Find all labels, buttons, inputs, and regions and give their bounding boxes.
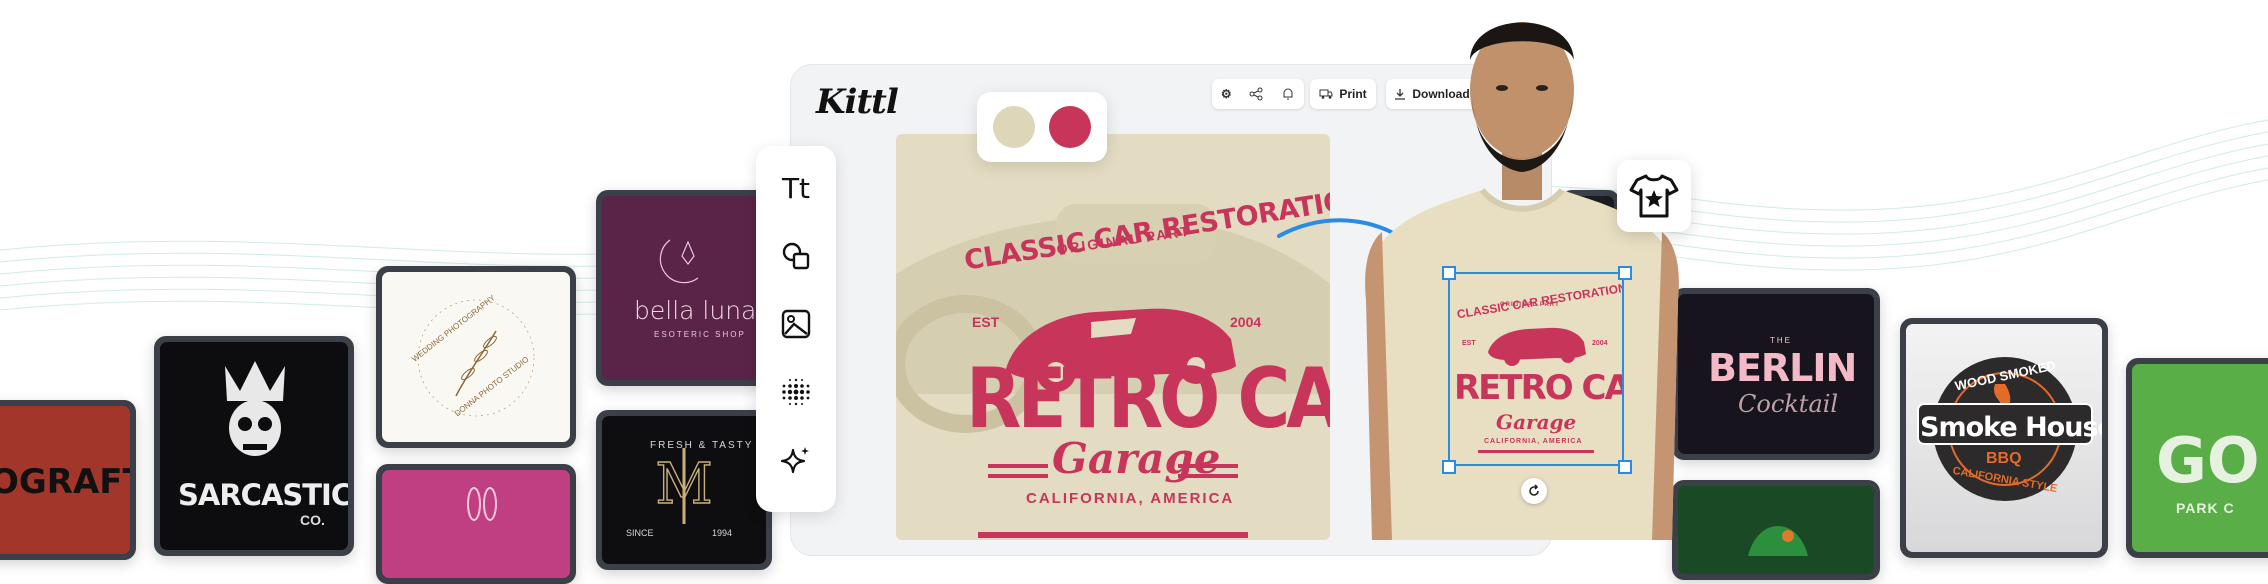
resize-handle-bottom-right[interactable] bbox=[1618, 460, 1632, 474]
bella-luna-title: bella luna bbox=[634, 296, 757, 325]
gallery-card-park[interactable]: GO PARK C bbox=[2126, 358, 2268, 558]
berlin-the-label: THE bbox=[1770, 336, 1792, 345]
text-tool[interactable]: Tt bbox=[776, 168, 816, 208]
swatch-crimson[interactable] bbox=[1049, 106, 1091, 148]
gallery-card-bella-luna[interactable]: bella luna ESOTERIC SHOP bbox=[596, 190, 772, 386]
resize-handle-top-right[interactable] bbox=[1618, 266, 1632, 280]
gallery-card-grafted[interactable]: OGRAFT bbox=[0, 400, 136, 560]
halftone-tool-icon bbox=[782, 378, 810, 406]
design-est-label: EST bbox=[972, 314, 1000, 330]
design-artboard[interactable]: CLASSIC CAR RESTORATION ORIGINAL PART ES… bbox=[896, 134, 1330, 540]
gallery-card-monogram[interactable]: M FRESH & TASTY SINCE 1994 bbox=[596, 410, 772, 570]
swatch-cream[interactable] bbox=[993, 106, 1035, 148]
berlin-title: BERLIN bbox=[1708, 346, 1857, 390]
color-swatches-panel bbox=[977, 92, 1107, 162]
shapes-tool-icon bbox=[782, 242, 810, 270]
rotate-handle[interactable] bbox=[1521, 478, 1547, 504]
park-logo-letters: GO bbox=[2156, 424, 2260, 497]
text-tool-icon: Tt bbox=[781, 171, 811, 205]
image-tool-icon bbox=[781, 309, 811, 339]
tshirt-star-icon bbox=[1629, 174, 1679, 218]
ai-sparkle-tool-icon bbox=[780, 447, 809, 474]
design-location: CALIFORNIA, AMERICA bbox=[1026, 490, 1235, 507]
sarcastic-co-text: CO. bbox=[300, 512, 325, 528]
shapes-tool[interactable] bbox=[776, 236, 816, 276]
design-headline: RETRO CAR bbox=[966, 350, 1330, 447]
grafted-logo-text: OGRAFT bbox=[0, 462, 130, 502]
tools-panel: Tt bbox=[756, 146, 836, 512]
park-subtitle: PARK C bbox=[2176, 500, 2235, 516]
bell-icon[interactable] bbox=[1281, 87, 1295, 101]
berlin-script: Cocktail bbox=[1738, 390, 1839, 418]
gallery-card-pink[interactable] bbox=[376, 464, 576, 584]
share-icon[interactable] bbox=[1249, 87, 1263, 101]
gallery-card-berlin[interactable]: THE BERLIN Cocktail bbox=[1672, 288, 1880, 460]
bella-luna-subtitle: ESOTERIC SHOP bbox=[654, 330, 746, 339]
monogram-year: 1994 bbox=[712, 528, 733, 538]
quick-actions-bar: ⚙ bbox=[1212, 79, 1304, 109]
rotate-icon bbox=[1529, 484, 1539, 496]
truck-icon bbox=[1319, 89, 1333, 99]
monogram-since: SINCE bbox=[626, 528, 654, 538]
bunny-illustration bbox=[467, 487, 497, 521]
moon-crystal-icon bbox=[659, 239, 699, 284]
gallery-card-sarcastic[interactable]: SARCASTIC CO. bbox=[154, 336, 354, 556]
sarcastic-logo-text: SARCASTIC bbox=[178, 478, 348, 512]
resize-handle-bottom-left[interactable] bbox=[1442, 460, 1456, 474]
selection-box[interactable] bbox=[1448, 272, 1624, 466]
tshirt-mockup-badge[interactable] bbox=[1617, 160, 1691, 232]
ai-sparkle-tool[interactable] bbox=[776, 440, 816, 480]
halftone-tool[interactable] bbox=[776, 372, 816, 412]
skull-crown-illustration bbox=[225, 361, 285, 456]
settings-icon[interactable]: ⚙ bbox=[1221, 87, 1232, 101]
mascot-illustration bbox=[1748, 526, 1808, 556]
gallery-card-wedding[interactable]: WEDDING PHOTOGRAPHY DONNA PHOTO STUDIO bbox=[376, 266, 576, 448]
design-script: Garage bbox=[1052, 434, 1221, 483]
gallery-card-green-partial[interactable] bbox=[1672, 480, 1880, 580]
resize-handle-top-left[interactable] bbox=[1442, 266, 1456, 280]
monogram-arc-top: FRESH & TASTY bbox=[650, 440, 754, 451]
gallery-card-smokehouse[interactable]: WOOD SMOKED Smoke House BBQ CALIFORNIA S… bbox=[1900, 318, 2108, 558]
kittl-logo[interactable]: Kittl bbox=[816, 82, 899, 122]
smokehouse-bbq-badge: BBQ bbox=[1986, 450, 2022, 467]
image-tool[interactable] bbox=[776, 304, 816, 344]
smokehouse-title: Smoke House bbox=[1920, 412, 2102, 443]
design-year: 2004 bbox=[1230, 314, 1262, 330]
